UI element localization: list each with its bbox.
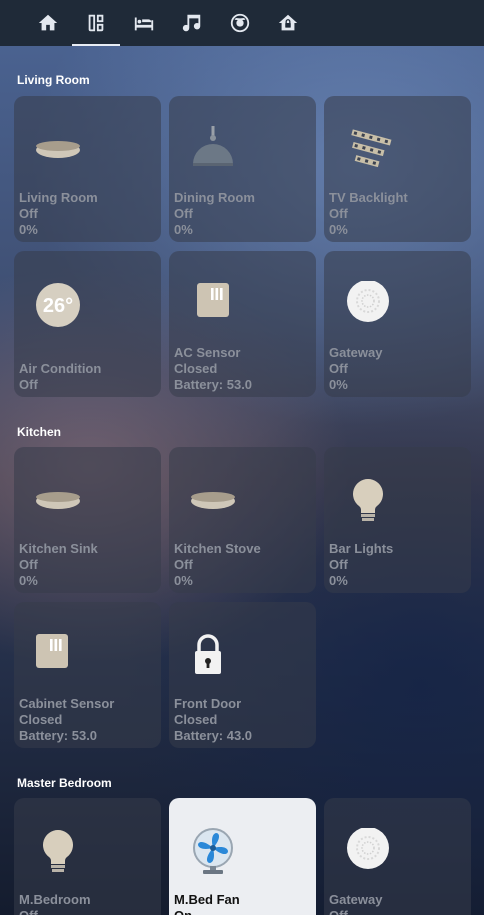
- tile-gateway[interactable]: Gateway Off 0%: [324, 251, 471, 397]
- section-title-kitchen: Kitchen: [17, 425, 62, 439]
- tile-ac-sensor[interactable]: AC Sensor Closed Battery: 53.0: [169, 251, 316, 397]
- tile-name: M.Bed Fan: [174, 892, 240, 907]
- tile-state: Off: [174, 206, 193, 221]
- tile-brightness: 0%: [19, 573, 38, 588]
- bulb-icon: [353, 479, 383, 521]
- tile-kitchen-stove-light[interactable]: Kitchen Stove Off 0%: [169, 447, 316, 593]
- house-lock-icon: [278, 14, 298, 31]
- music-icon: [182, 14, 201, 32]
- tile-m-bed-fan[interactable]: M.Bed Fan On: [169, 798, 316, 915]
- door-sensor-icon: [36, 634, 68, 668]
- tile-state: Off: [329, 908, 382, 915]
- tile-brightness: 0%: [329, 222, 348, 237]
- tile-brightness: 0%: [174, 222, 193, 237]
- tile-name: Kitchen Sink: [19, 541, 98, 556]
- tile-state: Closed: [174, 361, 218, 376]
- tile-battery: Battery: 53.0: [174, 377, 253, 392]
- tile-name: M.Bedroom: [19, 892, 91, 907]
- tile-state: Off: [19, 377, 38, 392]
- section-title-living-room: Living Room: [17, 73, 90, 87]
- led-strip-icon: [351, 129, 392, 168]
- dashboard-content: Living Room Living Room Off 0% Dining Ro…: [0, 46, 484, 915]
- tile-gateway-bedroom[interactable]: Gateway Off: [324, 798, 471, 915]
- tile-state: Off: [19, 908, 91, 915]
- door-sensor-icon: [197, 283, 229, 317]
- tile-name: Dining Room: [174, 190, 255, 205]
- tile-name: AC Sensor: [174, 345, 241, 360]
- padlock-icon: [195, 634, 221, 674]
- tile-front-door[interactable]: Front Door Closed Battery: 43.0: [169, 602, 316, 748]
- robot-vacuum-icon: [230, 13, 250, 33]
- tile-name: TV Backlight: [329, 190, 408, 205]
- tile-state: Off: [174, 557, 193, 572]
- tile-battery: Battery: 53.0: [19, 728, 98, 743]
- section-title-master-bedroom: Master Bedroom: [17, 776, 112, 790]
- bed-icon: [134, 17, 154, 31]
- tab-music[interactable]: [168, 0, 216, 46]
- tile-state: Off: [19, 557, 38, 572]
- tile-brightness: 0%: [174, 573, 193, 588]
- tile-kitchen-sink-light[interactable]: Kitchen Sink Off 0%: [14, 447, 161, 593]
- tile-dining-room-light[interactable]: Dining Room Off 0%: [169, 96, 316, 242]
- tab-home[interactable]: [24, 0, 72, 46]
- fan-icon: [193, 828, 233, 874]
- tile-brightness: 0%: [329, 377, 348, 392]
- tile-m-bedroom-light[interactable]: M.Bedroom Off: [14, 798, 161, 915]
- tile-living-room-light[interactable]: Living Room Off 0%: [14, 96, 161, 242]
- tile-state: Off: [329, 557, 348, 572]
- tile-cabinet-sensor[interactable]: Cabinet Sensor Closed Battery: 53.0: [14, 602, 161, 748]
- tile-state: Off: [329, 361, 348, 376]
- temperature-readout: 26°: [42, 295, 74, 317]
- tile-battery: Battery: 43.0: [174, 728, 253, 743]
- tile-name: Cabinet Sensor: [19, 696, 115, 711]
- dashboard-icon: [88, 14, 104, 32]
- tile-state: On: [174, 908, 240, 915]
- tile-name: Air Condition: [19, 361, 102, 376]
- tile-state: Off: [19, 206, 38, 221]
- tile-name: Kitchen Stove: [174, 541, 261, 556]
- ceiling-light-icon: [36, 492, 80, 509]
- bulb-icon: [43, 830, 73, 872]
- gateway-icon: [347, 281, 389, 322]
- tab-vacuum[interactable]: [216, 0, 264, 46]
- tile-brightness: 0%: [329, 573, 348, 588]
- tile-bar-lights[interactable]: Bar Lights Off 0%: [324, 447, 471, 593]
- top-navigation-bar: [0, 0, 484, 46]
- tile-name: Living Room: [19, 190, 98, 205]
- gateway-icon: [347, 828, 389, 869]
- tab-security[interactable]: [264, 0, 312, 46]
- home-icon: [38, 14, 58, 31]
- tile-state: Off: [329, 206, 348, 221]
- ceiling-light-icon: [191, 492, 235, 509]
- tab-bedroom[interactable]: [120, 0, 168, 46]
- tile-state: Closed: [19, 712, 63, 727]
- tile-tv-backlight[interactable]: TV Backlight Off 0%: [324, 96, 471, 242]
- tile-air-condition[interactable]: 26° Air Condition Off: [14, 251, 161, 397]
- tile-name: Front Door: [174, 696, 242, 711]
- tab-dashboard[interactable]: [72, 0, 120, 46]
- tile-state: Closed: [174, 712, 218, 727]
- tile-brightness: 0%: [19, 222, 38, 237]
- tile-name: Gateway: [329, 892, 383, 907]
- tile-name: Gateway: [329, 345, 383, 360]
- pendant-lamp-icon: [193, 126, 233, 166]
- tile-name: Bar Lights: [329, 541, 394, 556]
- ceiling-light-icon: [36, 141, 80, 158]
